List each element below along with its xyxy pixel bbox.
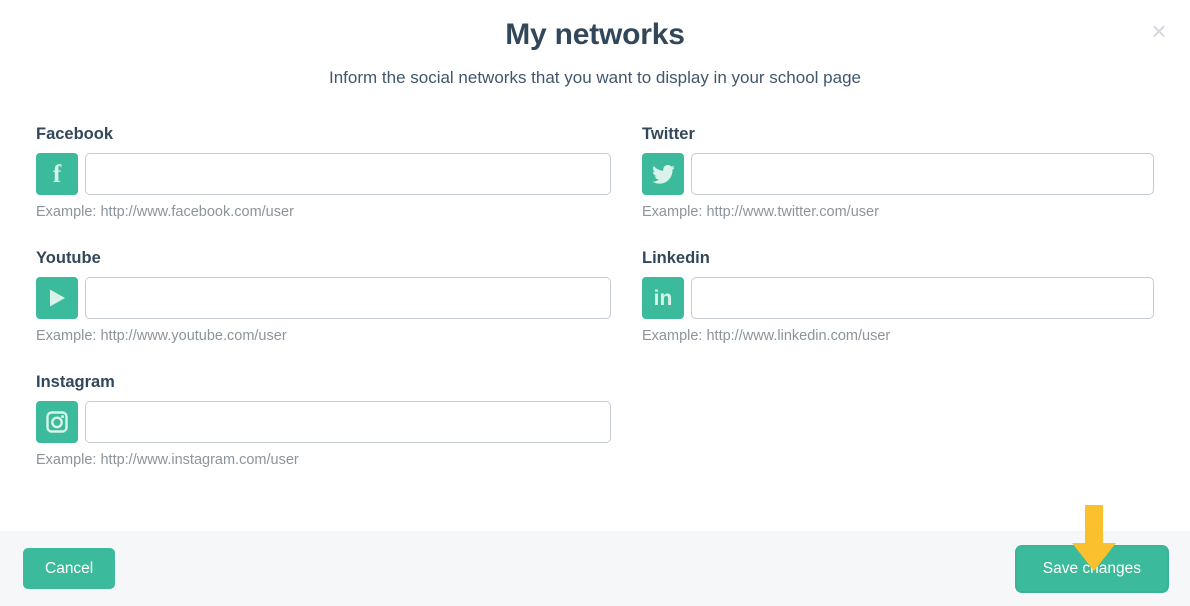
network-field-linkedin: Linkedin in Example: http://www.linkedin…: [642, 249, 1154, 344]
cancel-button[interactable]: Cancel: [23, 548, 116, 589]
linkedin-icon[interactable]: in: [642, 277, 684, 319]
network-inputrow-youtube: [36, 277, 611, 319]
page-title: My networks: [505, 18, 685, 51]
network-help-facebook: Example: http://www.facebook.com/user: [36, 204, 294, 220]
networks-grid: Facebook f Example: http://www.facebook.…: [36, 125, 1154, 497]
facebook-glyph: f: [52, 160, 62, 188]
close-icon[interactable]: ×: [1142, 14, 1176, 48]
network-field-twitter: Twitter Example: http://www.twitter.com/…: [642, 125, 1154, 220]
network-field-youtube: Youtube Example: http://www.youtube.com/…: [36, 249, 611, 344]
network-help-twitter: Example: http://www.twitter.com/user: [642, 204, 879, 220]
twitter-bird-glyph: [651, 164, 675, 184]
twitter-icon[interactable]: [642, 153, 684, 195]
network-inputrow-twitter: [642, 153, 1154, 195]
network-field-facebook: Facebook f Example: http://www.facebook.…: [36, 125, 611, 220]
dialog-body: Facebook f Example: http://www.facebook.…: [0, 88, 1190, 531]
facebook-url-input[interactable]: [85, 153, 611, 195]
my-networks-dialog: × My networks Inform the social networks…: [0, 0, 1190, 606]
grid-spacer: [642, 373, 1154, 497]
network-field-instagram: Instagram Example: http://www.instagram.…: [36, 373, 611, 468]
network-label-youtube: Youtube: [36, 249, 101, 267]
facebook-icon[interactable]: f: [36, 153, 78, 195]
save-changes-button[interactable]: Save changes: [1016, 546, 1167, 591]
instagram-camera-glyph: [46, 411, 68, 433]
play-triangle-glyph: [49, 289, 65, 307]
network-label-instagram: Instagram: [36, 373, 115, 391]
dialog-header: My networks Inform the social networks t…: [0, 0, 1190, 88]
network-inputrow-facebook: f: [36, 153, 611, 195]
network-inputrow-instagram: [36, 401, 611, 443]
network-inputrow-linkedin: in: [642, 277, 1154, 319]
linkedin-url-input[interactable]: [691, 277, 1154, 319]
youtube-icon[interactable]: [36, 277, 78, 319]
network-label-facebook: Facebook: [36, 125, 114, 143]
linkedin-glyph: in: [653, 286, 673, 310]
network-help-youtube: Example: http://www.youtube.com/user: [36, 328, 287, 344]
network-help-linkedin: Example: http://www.linkedin.com/user: [642, 328, 891, 344]
youtube-url-input[interactable]: [85, 277, 611, 319]
dialog-footer: Cancel Save changes: [0, 531, 1190, 606]
instagram-url-input[interactable]: [85, 401, 611, 443]
network-label-linkedin: Linkedin: [642, 249, 710, 267]
dialog-subtitle: Inform the social networks that you want…: [328, 68, 861, 87]
network-help-instagram: Example: http://www.instagram.com/user: [36, 452, 299, 468]
instagram-icon[interactable]: [36, 401, 78, 443]
network-label-twitter: Twitter: [642, 125, 695, 143]
twitter-url-input[interactable]: [691, 153, 1154, 195]
